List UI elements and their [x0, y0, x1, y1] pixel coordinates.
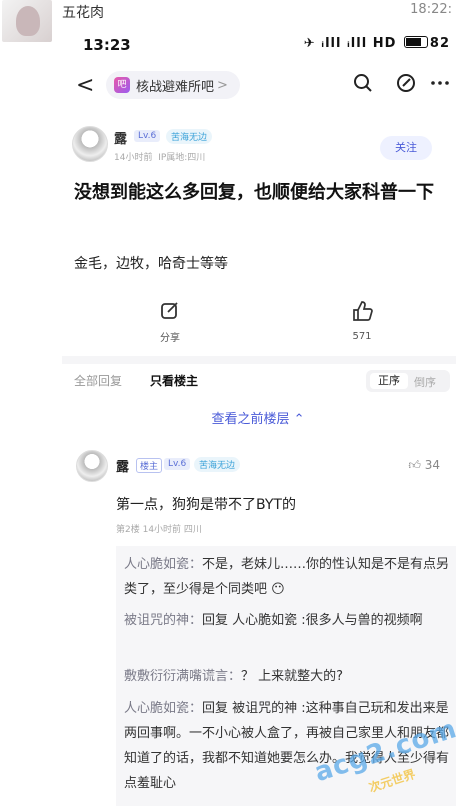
view-previous-floors[interactable]: 查看之前楼层 ⌃	[0, 408, 456, 427]
reply-like-count: 34	[424, 458, 440, 472]
reply-tabs: 全部回复 只看楼主 正序 倒序	[74, 370, 456, 396]
forum-name: 核战避难所吧	[136, 79, 215, 95]
post-author: 露 Lv.6 苦海无边 14小时前 IP属地:四川 关注	[70, 126, 450, 170]
follow-button[interactable]: 关注	[380, 136, 432, 160]
sub-reply[interactable]: 被诅咒的神：回复 人心脆如瓷 :很多人与兽的视频啊	[124, 608, 450, 633]
post-title: 没想到能这么多回复，也顺便给大家科普一下	[74, 182, 434, 203]
post-location: IP属地:四川	[158, 153, 206, 163]
reply-author: 露 楼主 Lv.6 苦海无边 👍︎ 34	[74, 450, 454, 486]
outer-name: 五花肉	[62, 5, 104, 21]
sub-reply[interactable]: 敷敷衍衍满嘴谎言：？ 上来就整大的?	[124, 664, 450, 689]
like-count: 571	[352, 331, 372, 342]
edit-icon[interactable]	[396, 73, 416, 98]
search-icon[interactable]	[353, 73, 373, 98]
medal-badge: 苦海无边	[166, 129, 213, 144]
author-avatar[interactable]	[72, 126, 108, 162]
more-icon[interactable]	[430, 73, 450, 98]
outer-time: 18:22:	[410, 2, 452, 17]
status-time: 13:23	[83, 36, 131, 54]
tab-host-only[interactable]: 只看楼主	[150, 372, 198, 389]
reply-level-badge: Lv.6	[164, 458, 191, 470]
outer-chat-header: 五花肉 18:22:	[0, 0, 456, 42]
battery-level: 82	[429, 36, 450, 51]
share-icon	[150, 300, 190, 325]
sub-reply-text: ？ 上来就整大的?	[241, 669, 344, 684]
tab-all-replies[interactable]: 全部回复	[74, 372, 122, 389]
reply-like-button[interactable]: 👍︎ 34	[408, 458, 440, 473]
host-badge: 楼主	[136, 458, 163, 473]
sort-desc-button[interactable]: 倒序	[414, 374, 436, 390]
sort-toggle: 正序 倒序	[366, 370, 450, 392]
chevron-right-icon: >	[217, 77, 228, 93]
sub-reply-text: 回复 人心脆如瓷 :很多人与兽的视频啊	[202, 613, 423, 628]
back-icon[interactable]: <	[76, 73, 94, 98]
post-time: 14小时前	[114, 153, 153, 163]
share-button[interactable]: 分享	[150, 300, 190, 344]
author-name[interactable]: 露	[114, 128, 127, 147]
battery-icon	[403, 36, 428, 48]
level-badge: Lv.6	[134, 130, 161, 142]
post-body: 金毛，边牧，哈奇士等等	[74, 256, 228, 272]
reply-medal-badge: 苦海无边	[194, 457, 241, 472]
forum-logo-icon: 吧	[114, 77, 130, 93]
post-meta: 14小时前 IP属地:四川	[114, 150, 205, 163]
status-icons: ✈ ᵢlll ᵢlll HD 82	[304, 36, 450, 51]
forum-link[interactable]: 吧 核战避难所吧 >	[106, 71, 240, 99]
like-button[interactable]: 571	[342, 300, 382, 342]
sub-reply-name[interactable]: 被诅咒的神：	[124, 613, 202, 628]
sub-reply[interactable]: 人心脆如瓷：不是，老妹儿……你的性认知是不是有点另类了，至少得是个同类吧 😶	[124, 552, 450, 602]
reply-meta: 第2楼 14小时前 四川	[116, 525, 202, 535]
top-nav: < 吧 核战避难所吧 >	[0, 66, 456, 106]
reply-avatar[interactable]	[76, 450, 108, 482]
thumbs-up-icon	[342, 300, 382, 327]
share-label: 分享	[160, 333, 180, 344]
reply-author-name[interactable]: 露	[116, 456, 129, 475]
reply-text: 第一点，狗狗是带不了BYT的	[116, 497, 296, 513]
outer-avatar	[2, 0, 52, 42]
thumbs-up-icon: 👍︎	[408, 458, 421, 472]
section-divider	[62, 356, 456, 364]
sub-reply-name[interactable]: 人心脆如瓷：	[124, 701, 202, 716]
sub-reply-name[interactable]: 人心脆如瓷：	[124, 557, 202, 572]
sort-asc-button[interactable]: 正序	[370, 373, 408, 389]
signal-icons: ✈ ᵢlll ᵢlll HD	[303, 36, 397, 51]
sub-reply-name[interactable]: 敷敷衍衍满嘴谎言：	[124, 669, 241, 684]
